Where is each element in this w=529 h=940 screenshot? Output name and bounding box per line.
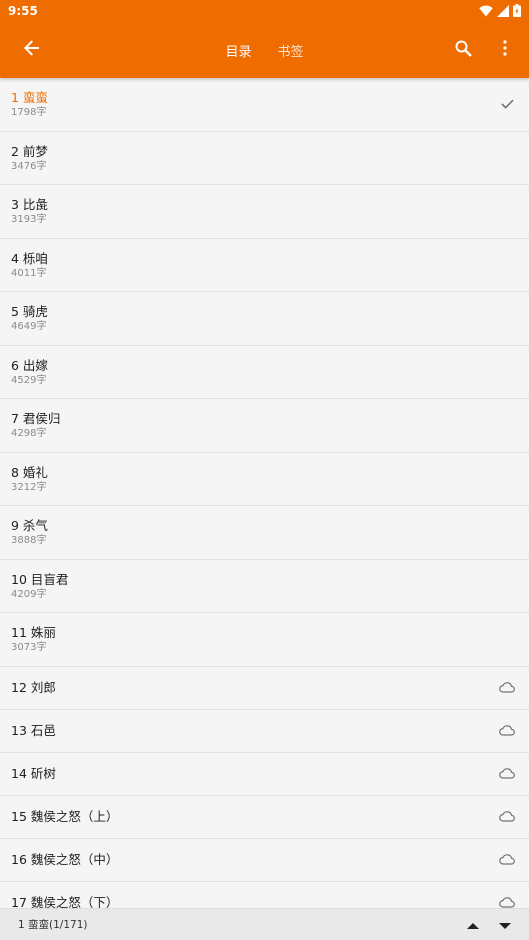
status-time: 9:55	[8, 4, 38, 18]
chapter-row[interactable]: 3 比彘 3193字	[0, 185, 529, 239]
chapter-text: 9 杀气 3888字	[11, 517, 48, 547]
signal-icon	[497, 2, 509, 21]
chapter-word-count: 4298字	[11, 428, 47, 440]
chapter-word-count: 3193字	[11, 214, 47, 226]
check-icon	[499, 96, 515, 112]
battery-icon	[513, 2, 521, 21]
chapter-row[interactable]: 9 杀气 3888字	[0, 506, 529, 560]
chapter-row[interactable]: 14 斫树	[0, 752, 529, 796]
chapter-word-count: 1798字	[11, 107, 47, 119]
chapter-row[interactable]: 16 魏侯之怒（中）	[0, 838, 529, 882]
tab-catalog[interactable]: 目录	[223, 35, 253, 66]
chapter-word-count: 3476字	[11, 160, 47, 172]
cloud-icon	[499, 680, 515, 696]
chapter-row[interactable]: 1 蛮蛮 1798字	[0, 78, 529, 132]
chapter-word-count: 3073字	[11, 642, 47, 654]
chapter-text: 8 婚礼 3212字	[11, 464, 48, 494]
cloud-icon	[499, 809, 515, 825]
chapter-title: 16 魏侯之怒（中）	[11, 852, 119, 867]
chapter-word-count: 4011字	[11, 267, 47, 279]
chapter-title: 2 前梦	[11, 143, 48, 159]
chapter-title: 9 杀气	[11, 518, 48, 534]
cloud-icon	[499, 895, 515, 909]
wifi-icon	[479, 2, 493, 21]
chapter-row[interactable]: 5 骑虎 4649字	[0, 292, 529, 346]
chapter-row[interactable]: 13 石邑	[0, 709, 529, 753]
chapter-word-count: 4209字	[11, 588, 47, 600]
chapter-title: 4 栎咱	[11, 250, 48, 266]
chapter-row[interactable]: 15 魏侯之怒（上）	[0, 795, 529, 839]
chapter-title: 13 石邑	[11, 723, 56, 738]
chapter-text: 5 骑虎 4649字	[11, 303, 48, 333]
chapter-row[interactable]: 11 姝丽 3073字	[0, 613, 529, 667]
arrow-down-icon	[499, 915, 511, 934]
chapter-text: 11 姝丽 3073字	[11, 624, 56, 654]
chapter-row[interactable]: 6 出嫁 4529字	[0, 345, 529, 399]
more-vert-icon	[503, 40, 507, 60]
chapter-title: 11 姝丽	[11, 625, 56, 641]
chapter-title: 5 骑虎	[11, 304, 48, 320]
chapter-text: 14 斫树	[11, 765, 56, 782]
search-icon	[455, 40, 472, 61]
chapter-row[interactable]: 10 目盲君 4209字	[0, 559, 529, 613]
chapter-text: 15 魏侯之怒（上）	[11, 808, 118, 825]
chapter-row[interactable]: 12 刘郎	[0, 666, 529, 710]
status-bar: 9:55	[0, 0, 529, 22]
tab-bookmarks[interactable]: 书签	[276, 35, 306, 66]
chapter-title: 14 斫树	[11, 766, 56, 781]
chapter-title: 12 刘郎	[11, 680, 56, 695]
back-button[interactable]	[10, 22, 54, 78]
chapter-word-count: 4649字	[11, 321, 47, 333]
chapter-title: 6 出嫁	[11, 357, 48, 373]
current-position-text: 1 蛮蛮(1/171)	[18, 919, 88, 931]
chapter-title: 3 比彘	[11, 197, 48, 213]
chapter-text: 10 目盲君 4209字	[11, 571, 68, 601]
chapter-word-count: 4529字	[11, 374, 47, 386]
chapter-text: 2 前梦 3476字	[11, 143, 48, 173]
chapter-text: 13 石邑	[11, 722, 56, 739]
arrow-up-icon	[467, 915, 479, 934]
cloud-icon	[499, 852, 515, 868]
chapter-list[interactable]: 1 蛮蛮 1798字 2 前梦 3476字 3 比彘 3193字 4 栎咱 4011字 5 骑虎…	[0, 78, 529, 908]
cloud-icon	[499, 723, 515, 739]
chapter-text: 3 比彘 3193字	[11, 196, 48, 226]
bottom-bar: 1 蛮蛮(1/171)	[0, 908, 529, 940]
chapter-title: 7 君侯归	[11, 411, 61, 427]
search-button[interactable]	[441, 22, 485, 78]
chapter-text: 4 栎咱 4011字	[11, 250, 48, 280]
chapter-row[interactable]: 2 前梦 3476字	[0, 131, 529, 185]
cloud-icon	[499, 766, 515, 782]
chapter-title: 17 魏侯之怒（下）	[11, 895, 119, 908]
chapter-text: 12 刘郎	[11, 679, 56, 696]
chapter-word-count: 3888字	[11, 535, 47, 547]
status-icons	[479, 2, 521, 21]
chapter-title: 10 目盲君	[11, 571, 69, 587]
chapter-row[interactable]: 4 栎咱 4011字	[0, 238, 529, 292]
chapter-row[interactable]: 7 君侯归 4298字	[0, 399, 529, 453]
chapter-text: 7 君侯归 4298字	[11, 410, 60, 440]
chapter-text: 17 魏侯之怒（下）	[11, 894, 118, 908]
chapter-text: 16 魏侯之怒（中）	[11, 851, 118, 868]
more-options-button[interactable]	[487, 22, 523, 78]
arrow-left-icon	[24, 40, 40, 60]
scroll-controls	[463, 915, 515, 935]
chapter-word-count: 3212字	[11, 481, 47, 493]
chapter-row[interactable]: 17 魏侯之怒（下）	[0, 881, 529, 909]
chapter-title: 15 魏侯之怒（上）	[11, 809, 119, 824]
scroll-down-button[interactable]	[495, 915, 515, 935]
chapter-text: 1 蛮蛮 1798字	[11, 89, 48, 119]
chapter-text: 6 出嫁 4529字	[11, 357, 48, 387]
chapter-title: 8 婚礼	[11, 464, 48, 480]
chapter-title: 1 蛮蛮	[11, 90, 48, 106]
scroll-up-button[interactable]	[463, 915, 483, 935]
chapter-row[interactable]: 8 婚礼 3212字	[0, 452, 529, 506]
toolbar: 目录 书签	[0, 22, 529, 78]
